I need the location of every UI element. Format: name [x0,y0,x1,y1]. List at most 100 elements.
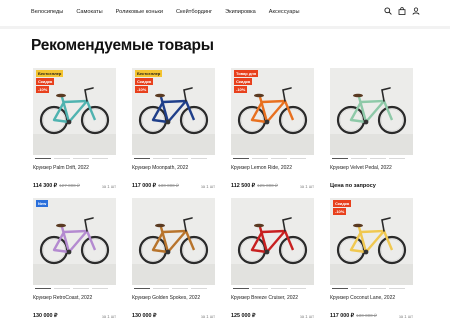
carousel-dot[interactable] [271,158,287,159]
product-name[interactable]: Круизер Lemon Ride, 2022 [231,165,292,171]
product-image[interactable]: New [33,198,116,285]
product-name[interactable]: Круизер Coconut Lane, 2022 [330,295,395,301]
product-card[interactable]: Товар дня Скидка -10% Круизер Lemon Ride, 2… [229,68,316,189]
product-badge: Товар дня [234,70,259,77]
product-card[interactable]: Круизер Velvet Pedal, 2022 Цена по запрос… [328,68,415,189]
carousel-dot[interactable] [73,288,89,289]
carousel-dot[interactable] [172,158,188,159]
page-title: Рекомендуемые товары [31,37,214,54]
carousel-dot[interactable] [172,288,188,289]
carousel-dot[interactable] [233,288,249,289]
product-image[interactable] [231,198,314,285]
product-badge: -10% [333,208,347,215]
product-price: 130 000 ₽ [132,313,157,319]
product-name[interactable]: Круизер Golden Spokes, 2022 [132,295,200,301]
product-badge: Скидка [333,200,352,207]
carousel-dot[interactable] [153,158,169,159]
category-menu: Велосипеды Самокаты Роликовые коньки Ске… [31,9,300,15]
product-badge: Бестселлер [135,70,163,77]
carousel-dot[interactable] [153,288,169,289]
product-name[interactable]: Круизер RetroCoast, 2022 [33,295,92,301]
product-badge: -10% [234,86,248,93]
product-price-row: 117 000 ₽130 000 ₽ за 1 шт [330,313,413,319]
product-price-row: Цена по запросу [330,183,413,189]
header-actions [384,7,420,15]
product-image[interactable]: Скидка -10% [330,198,413,285]
carousel-dot[interactable] [35,158,51,159]
product-card[interactable]: Бестселлер Скидка -10% Круизер Moonpath, 20… [130,68,217,189]
product-name[interactable]: Круизер Moonpath, 2022 [132,165,188,171]
nav-item-equipment[interactable]: Экипировка [225,9,256,15]
search-icon[interactable] [384,7,392,15]
product-name[interactable]: Круизер Palm Drift, 2022 [33,165,89,171]
carousel-dot[interactable] [73,158,89,159]
product-old-price: 130 000 ₽ [158,183,179,188]
carousel-dot[interactable] [191,288,207,289]
product-card[interactable]: Бестселлер Скидка -10% Круизер Palm Drift, … [31,68,118,189]
image-carousel-indicator [233,288,306,289]
nav-item-bicycles[interactable]: Велосипеды [31,9,63,15]
product-price: 117 000 ₽ [132,183,157,189]
product-name[interactable]: Круизер Velvet Pedal, 2022 [330,165,392,171]
product-unit: за 1 шт [101,184,116,189]
product-price-row: 117 000 ₽130 000 ₽ за 1 шт [132,183,215,189]
carousel-dot[interactable] [332,288,348,289]
carousel-dot[interactable] [290,158,306,159]
product-badges: Товар дня Скидка -10% [234,70,259,93]
product-price-row: 112 500 ₽125 000 ₽ за 1 шт [231,183,314,189]
nav-item-accessories[interactable]: Аксессуары [269,9,300,15]
product-card[interactable]: Круизер Breeze Cruiser, 2022 125 000 ₽ за … [229,198,316,319]
carousel-dot[interactable] [134,288,150,289]
product-unit: за 1 шт [299,184,314,189]
carousel-dot[interactable] [389,158,405,159]
carousel-dot[interactable] [35,288,51,289]
image-carousel-indicator [332,158,405,159]
product-old-price: 125 000 ₽ [257,183,278,188]
product-image[interactable] [330,68,413,155]
product-unit: за 1 шт [200,184,215,189]
product-image[interactable]: Бестселлер Скидка -10% [132,68,215,155]
carousel-dot[interactable] [92,288,108,289]
carousel-dot[interactable] [351,158,367,159]
bag-icon[interactable] [398,7,406,15]
product-image[interactable]: Бестселлер Скидка -10% [33,68,116,155]
carousel-dot[interactable] [54,158,70,159]
product-image[interactable] [132,198,215,285]
user-icon[interactable] [412,7,420,15]
bicycle-image [231,198,314,285]
nav-item-skateboarding[interactable]: Скейтбординг [176,9,212,15]
carousel-dot[interactable] [233,158,249,159]
product-card[interactable]: Круизер Golden Spokes, 2022 130 000 ₽ за 1… [130,198,217,319]
product-price-row: 130 000 ₽ за 1 шт [132,313,215,319]
bicycle-image [330,68,413,155]
product-card[interactable]: Скидка -10% Круизер Coconut Lane, 2022 117 … [328,198,415,319]
carousel-dot[interactable] [332,158,348,159]
carousel-dot[interactable] [252,158,268,159]
product-card[interactable]: New Круизер RetroCoast, 2022 130 000 ₽ за 1… [31,198,118,319]
carousel-dot[interactable] [290,288,306,289]
product-price: 117 000 ₽ [330,313,355,319]
carousel-dot[interactable] [92,158,108,159]
carousel-dot[interactable] [370,288,386,289]
image-carousel-indicator [134,288,207,289]
nav-item-scooters[interactable]: Самокаты [76,9,102,15]
product-unit: за 1 шт [299,314,314,319]
carousel-dot[interactable] [54,288,70,289]
carousel-dot[interactable] [351,288,367,289]
product-image[interactable]: Товар дня Скидка -10% [231,68,314,155]
nav-item-roller-skates[interactable]: Роликовые коньки [116,9,163,15]
product-price: 130 000 ₽ [33,313,58,319]
product-name[interactable]: Круизер Breeze Cruiser, 2022 [231,295,298,301]
carousel-dot[interactable] [252,288,268,289]
product-badge: Бестселлер [36,70,64,77]
product-price-row: 130 000 ₽ за 1 шт [33,313,116,319]
product-unit: за 1 шт [101,314,116,319]
product-badge: Скидка [135,78,154,85]
carousel-dot[interactable] [271,288,287,289]
carousel-dot[interactable] [389,288,405,289]
carousel-dot[interactable] [134,158,150,159]
carousel-dot[interactable] [370,158,386,159]
carousel-dot[interactable] [191,158,207,159]
image-carousel-indicator [233,158,306,159]
product-unit: за 1 шт [200,314,215,319]
